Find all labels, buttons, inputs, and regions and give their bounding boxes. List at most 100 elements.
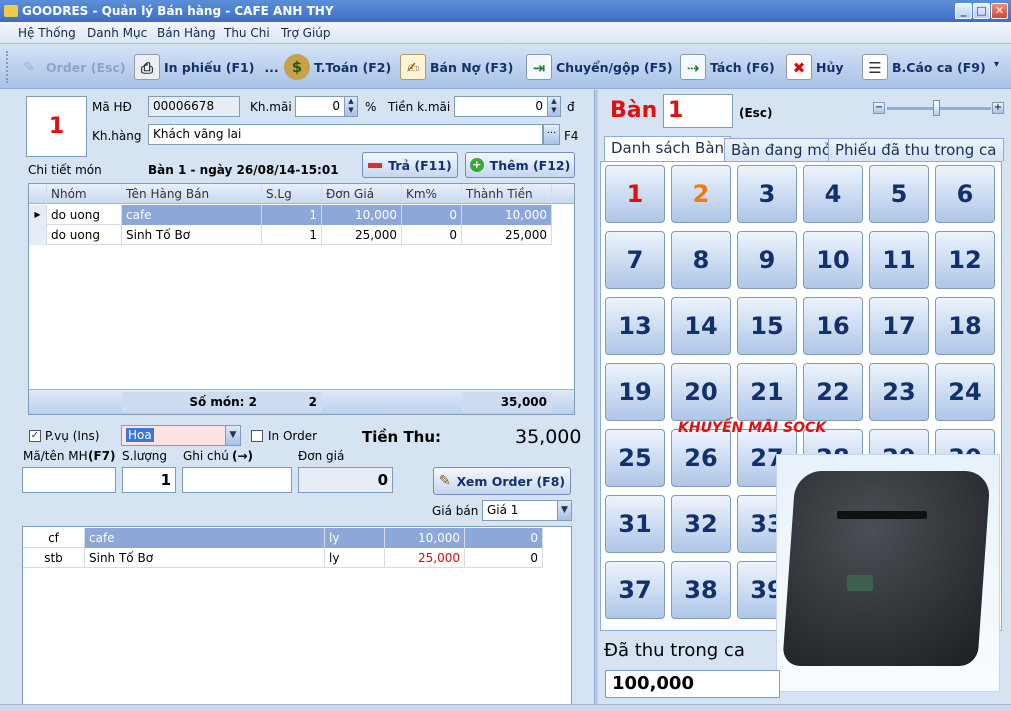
list-item[interactable]: stb Sinh Tố Bơ ly 25,000 0: [23, 548, 543, 568]
print-button[interactable]: ⎙ In phiếu (F1) ...: [134, 53, 279, 81]
table-button-38[interactable]: 38: [671, 561, 731, 619]
table-button-31[interactable]: 31: [605, 495, 665, 553]
panel-splitter[interactable]: [594, 90, 598, 704]
view-order-button[interactable]: ✎ Xem Order (F8): [433, 467, 571, 495]
zoom-slider-thumb[interactable]: [933, 100, 940, 116]
table-button-7[interactable]: 7: [605, 231, 665, 289]
table-button-22[interactable]: 22: [803, 363, 863, 421]
report-icon: ☰: [862, 54, 888, 80]
order-panel: 1 Mã HĐ 00006678 Kh.mãi 0 ▲ ▼ % Tiền k.mã…: [10, 90, 590, 706]
table-button-19[interactable]: 19: [605, 363, 665, 421]
table-row[interactable]: do uong Sinh Tố Bơ 1 25,000 0 25,000: [29, 225, 552, 245]
maximize-icon[interactable]: □: [973, 3, 990, 19]
table-button-11[interactable]: 11: [869, 231, 929, 289]
table-button-6[interactable]: 6: [935, 165, 995, 223]
discount-amount-spinner[interactable]: ▲ ▼: [547, 96, 561, 117]
order-button[interactable]: ✎ Order (Esc): [16, 53, 126, 81]
print-more-button[interactable]: ...: [264, 60, 278, 75]
price-level-dropdown-icon[interactable]: ▼: [557, 500, 572, 521]
menu-thu-chi[interactable]: Thu Chi: [224, 26, 270, 40]
customer-label: Kh.hàng: [92, 129, 142, 143]
minus-icon: [368, 162, 383, 168]
table-button-2[interactable]: 2: [671, 165, 731, 223]
edit-icon: ✎: [438, 473, 451, 489]
table-button-1[interactable]: 1: [605, 165, 665, 223]
toolbar-grip: [6, 51, 10, 83]
quantity-input[interactable]: 1: [122, 467, 176, 493]
col-nhom[interactable]: Nhóm: [47, 184, 122, 204]
service-checkbox[interactable]: ✓: [29, 430, 41, 442]
note-label: Ghi chú: [183, 449, 229, 463]
table-button-15[interactable]: 15: [737, 297, 797, 355]
split-icon: ⇢: [680, 54, 706, 80]
col-don-gia[interactable]: Đơn Giá: [322, 184, 402, 204]
tab-table-list[interactable]: Danh sách Bàn: [604, 136, 732, 161]
note-input[interactable]: [182, 467, 292, 493]
move-merge-button[interactable]: ⇥ Chuyển/gộp (F5): [526, 53, 673, 81]
col-km[interactable]: Km%: [402, 184, 462, 204]
table-button-21[interactable]: 21: [737, 363, 797, 421]
add-item-button[interactable]: + Thêm (F12): [465, 152, 575, 178]
table-button-17[interactable]: 17: [869, 297, 929, 355]
amount-due-label: Tiền Thu:: [362, 428, 442, 446]
menu-tro-giup[interactable]: Trợ Giúp: [281, 26, 331, 40]
customer-field[interactable]: Khách vãng lai: [148, 124, 543, 145]
table-button-18[interactable]: 18: [935, 297, 995, 355]
item-code-input[interactable]: [22, 467, 116, 493]
price-level-select[interactable]: Giá 1: [482, 500, 558, 521]
in-order-checkbox[interactable]: [251, 430, 263, 442]
zoom-in-icon[interactable]: +: [992, 102, 1004, 114]
discount-percent-input[interactable]: 0: [295, 96, 345, 117]
debt-sale-button[interactable]: ✍ Bán Nợ (F3): [400, 53, 513, 81]
return-item-button[interactable]: Trả (F11): [362, 152, 458, 178]
discount-label: Kh.mãi: [250, 100, 292, 114]
printer-icon: ⎙: [134, 54, 160, 80]
notepad-icon: ✍: [400, 54, 426, 80]
tab-open-tables[interactable]: Bàn đang mở: [724, 138, 839, 161]
order-grid-header: Nhóm Tên Hàng Bán S.Lg Đơn Giá Km% Thành…: [29, 184, 574, 204]
table-button-10[interactable]: 10: [803, 231, 863, 289]
close-icon[interactable]: ✕: [991, 3, 1008, 19]
table-button-5[interactable]: 5: [869, 165, 929, 223]
table-button-8[interactable]: 8: [671, 231, 731, 289]
table-button-32[interactable]: 32: [671, 495, 731, 553]
table-button-3[interactable]: 3: [737, 165, 797, 223]
split-button[interactable]: ⇢ Tách (F6): [680, 53, 775, 81]
discount-spinner[interactable]: ▲ ▼: [344, 96, 358, 117]
printer-panel: [847, 575, 873, 591]
discount-amount-input[interactable]: 0: [454, 96, 548, 117]
table-button-25[interactable]: 25: [605, 429, 665, 487]
row-pointer-icon: ▶: [29, 205, 47, 225]
toolbar-overflow-icon[interactable]: ▾: [994, 59, 999, 70]
table-button-20[interactable]: 20: [671, 363, 731, 421]
table-button-4[interactable]: 4: [803, 165, 863, 223]
table-button-9[interactable]: 9: [737, 231, 797, 289]
zoom-out-icon[interactable]: −: [873, 102, 885, 114]
col-ten-hang[interactable]: Tên Hàng Bán: [122, 184, 262, 204]
table-input[interactable]: 1: [663, 94, 733, 128]
customer-lookup-button[interactable]: ···: [543, 124, 560, 145]
col-thanh-tien[interactable]: Thành Tiền: [462, 184, 552, 204]
table-button-37[interactable]: 37: [605, 561, 665, 619]
table-button-24[interactable]: 24: [935, 363, 995, 421]
menu-he-thong[interactable]: Hệ Thống: [18, 26, 76, 40]
table-row[interactable]: ▶ do uong cafe 1 10,000 0 10,000: [29, 205, 552, 225]
table-button-13[interactable]: 13: [605, 297, 665, 355]
payment-button[interactable]: $ T.Toán (F2): [284, 53, 391, 81]
table-number-display: 1: [26, 96, 87, 157]
table-button-12[interactable]: 12: [935, 231, 995, 289]
staff-select[interactable]: Hoa: [121, 425, 226, 446]
staff-dropdown-icon[interactable]: ▼: [225, 425, 241, 446]
menu-danh-muc[interactable]: Danh Mục: [87, 26, 147, 40]
table-button-16[interactable]: 16: [803, 297, 863, 355]
table-button-26[interactable]: 26: [671, 429, 731, 487]
list-item[interactable]: cf cafe ly 10,000 0: [23, 528, 543, 548]
table-button-14[interactable]: 14: [671, 297, 731, 355]
menu-ban-hang[interactable]: Bán Hàng: [157, 26, 216, 40]
shift-report-button[interactable]: ☰ B.Cáo ca (F9): [862, 53, 986, 81]
col-sl[interactable]: S.Lg: [262, 184, 322, 204]
tab-paid-receipts[interactable]: Phiếu đã thu trong ca: [828, 138, 1004, 161]
cancel-button[interactable]: ✖ Hủy: [786, 53, 844, 81]
table-button-23[interactable]: 23: [869, 363, 929, 421]
minimize-icon[interactable]: _: [955, 3, 972, 19]
